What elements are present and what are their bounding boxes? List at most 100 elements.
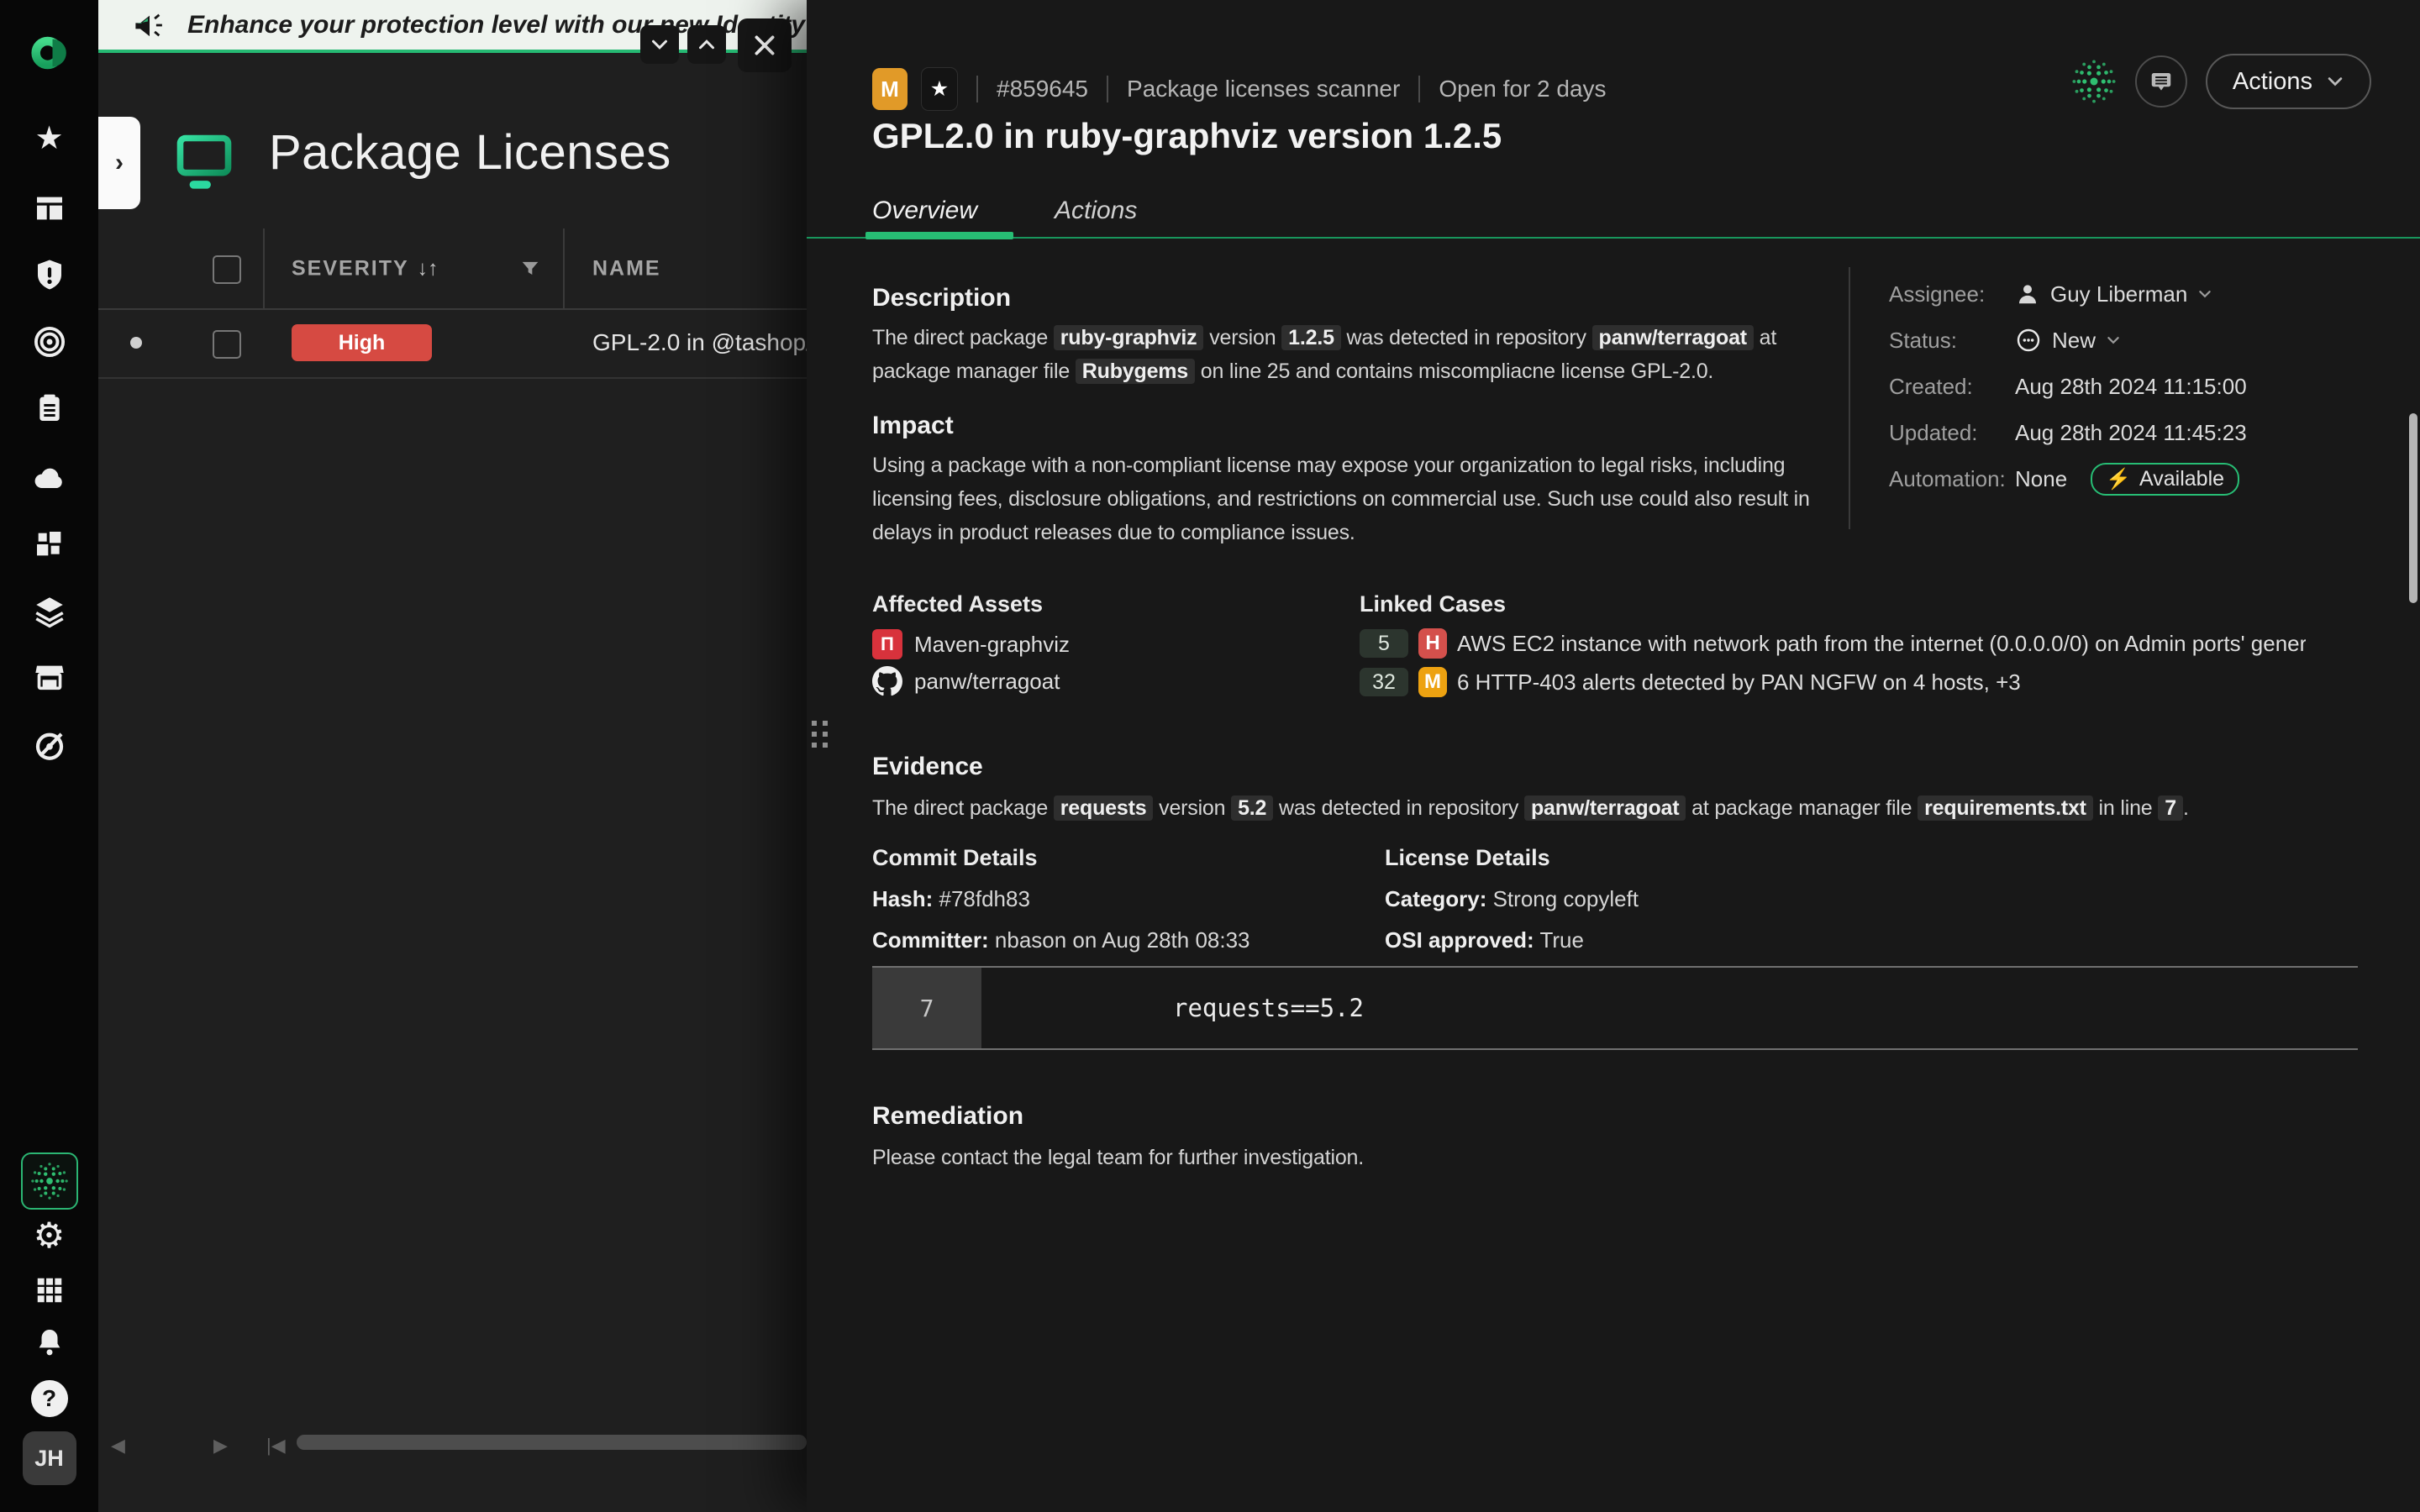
page-prev-button[interactable]: ◀ [111, 1435, 125, 1457]
page-first-button[interactable]: |◀ [266, 1435, 286, 1457]
assignee-value[interactable]: Guy Liberman [2015, 281, 2212, 307]
bullseye-target-icon[interactable] [32, 324, 67, 360]
horizontal-scrollbar[interactable] [297, 1435, 807, 1450]
panel-drag-handle[interactable] [812, 721, 828, 748]
maven-icon: Π [872, 629, 902, 659]
row-checkbox[interactable] [213, 330, 241, 359]
asset-item[interactable]: Π Maven-graphviz [872, 626, 1360, 663]
layers-icon[interactable] [32, 593, 67, 628]
commit-committer: Committer: nbason on Aug 28th 08:33 [872, 927, 1385, 953]
sort-icon[interactable]: ↓↑ [418, 256, 439, 281]
issue-detail-panel: M ★ #859645 Package licenses scanner Ope… [807, 0, 2420, 1512]
tab-overview[interactable]: Overview [872, 197, 977, 225]
panel-vertical-scrollbar[interactable] [2409, 413, 2417, 603]
dashboards-icon[interactable] [33, 192, 66, 225]
overview-main-column: Description The direct package ruby-grap… [872, 269, 1839, 549]
evidence-code-block: 7 requests==5.2 [872, 966, 2358, 1050]
updated-label: Updated: [1889, 420, 2015, 446]
user-avatar[interactable]: JH [23, 1431, 76, 1485]
automation-available-button[interactable]: ⚡ Available [2091, 463, 2239, 496]
lightning-icon: ⚡ [2106, 467, 2131, 491]
clipboard-icon[interactable] [33, 391, 66, 425]
settings-gear-icon[interactable]: ⚙ [34, 1218, 66, 1253]
tab-actions[interactable]: Actions [1055, 197, 1137, 225]
automation-label: Automation: [1889, 466, 2015, 492]
created-label: Created: [1889, 374, 2015, 400]
impact-heading: Impact [872, 412, 1839, 440]
divider [976, 76, 978, 102]
license-category: Category: Strong copyleft [1385, 886, 2358, 912]
affected-assets-section: Affected Assets Π Maven-graphviz panw/te… [872, 591, 1360, 701]
filter-funnel-icon[interactable] [518, 257, 542, 281]
affected-assets-heading: Affected Assets [872, 591, 1360, 617]
license-details-heading: License Details [1385, 845, 2358, 871]
panel-controls: Actions [2071, 54, 2371, 109]
favorite-star-button[interactable]: ★ [921, 67, 958, 111]
app-grid-icon[interactable] [34, 1274, 66, 1306]
assignee-label: Assignee: [1889, 281, 2015, 307]
updated-value: Aug 28th 2024 11:45:23 [2015, 420, 2247, 446]
commit-hash: Hash: #78fdh83 [872, 886, 1385, 912]
case-title: AWS EC2 instance with network path from … [1457, 631, 2306, 657]
commit-details-heading: Commit Details [872, 845, 1385, 871]
comments-button[interactable] [2135, 55, 2187, 108]
code-line-content: requests==5.2 [981, 968, 1364, 1048]
active-module-spiral-icon[interactable] [21, 1152, 78, 1210]
select-all-checkbox[interactable] [213, 255, 241, 284]
status-value[interactable]: New [2015, 327, 2121, 354]
help-icon[interactable]: ? [31, 1380, 68, 1417]
license-osi: OSI approved: True [1385, 927, 2358, 953]
notifications-bell-icon[interactable] [34, 1326, 66, 1358]
remediation-text: Please contact the legal team for furthe… [872, 1141, 2358, 1174]
tab-hairline [807, 237, 2420, 239]
description-heading: Description [872, 269, 1839, 312]
evidence-text: The direct package requests version 5.2 … [872, 791, 2358, 825]
actions-button[interactable]: Actions [2206, 54, 2371, 109]
megaphone-icon [132, 8, 167, 43]
severity-column-header[interactable]: SEVERITY ↓↑ [292, 256, 439, 281]
sidebar-expand-button[interactable]: › [98, 117, 140, 209]
chevron-down-icon [2326, 72, 2344, 91]
column-divider [563, 228, 565, 308]
assets-cases-grid: Affected Assets Π Maven-graphviz panw/te… [872, 591, 2358, 701]
linked-case-item[interactable]: 5 H AWS EC2 instance with network path f… [1360, 624, 2358, 663]
banner-collapse-button[interactable] [640, 25, 679, 64]
app-sidebar: ★ ⚙ ? JH [0, 0, 98, 1512]
status-label: Status: [1889, 328, 2015, 354]
automation-value: None ⚡ Available [2015, 463, 2239, 496]
linked-cases-heading: Linked Cases [1360, 591, 2358, 617]
chevron-down-icon [2197, 286, 2212, 302]
license-details-section: License Details Category: Strong copylef… [1385, 845, 2358, 953]
page-next-button[interactable]: ▶ [213, 1435, 228, 1457]
cloud-icon[interactable] [31, 460, 68, 497]
linked-case-item[interactable]: 32 M 6 HTTP-403 alerts detected by PAN N… [1360, 663, 2358, 701]
issue-metadata: Assignee: Guy Liberman Status: New Creat… [1889, 277, 2393, 496]
commit-details-section: Commit Details Hash: #78fdh83 Committer:… [872, 845, 1385, 953]
issue-scanner: Package licenses scanner [1127, 76, 1400, 102]
case-count-badge: 32 [1360, 668, 1408, 696]
issue-header-meta: M ★ #859645 Package licenses scanner Ope… [872, 67, 1607, 111]
shield-alert-icon[interactable] [32, 257, 67, 292]
cortex-logo-icon[interactable] [26, 29, 73, 76]
monitor-icon [172, 130, 236, 194]
name-column-header[interactable]: NAME [592, 256, 661, 281]
commit-license-grid: Commit Details Hash: #78fdh83 Committer:… [872, 845, 2358, 953]
gauge-icon[interactable] [32, 727, 67, 763]
evidence-section: Evidence The direct package requests ver… [872, 753, 2358, 825]
banner-expand-button[interactable] [687, 25, 726, 64]
severity-medium-badge: M [872, 68, 908, 110]
banner-close-button[interactable] [738, 18, 792, 72]
marketplace-icon[interactable] [33, 660, 66, 694]
asset-item[interactable]: panw/terragoat [872, 663, 1360, 700]
panel-tabs: Overview Actions [872, 197, 1137, 225]
favorites-star-icon[interactable]: ★ [34, 123, 63, 155]
remediation-section: Remediation Please contact the legal tea… [872, 1102, 2358, 1174]
ai-spiral-icon[interactable] [2071, 59, 2117, 104]
github-icon [872, 666, 902, 696]
chevron-down-icon [2106, 333, 2121, 348]
issue-title: GPL2.0 in ruby-graphviz version 1.2.5 [872, 116, 1502, 156]
severity-high-badge: H [1418, 628, 1447, 659]
blocks-icon[interactable] [33, 528, 66, 561]
issue-id: #859645 [997, 76, 1088, 102]
case-title: 6 HTTP-403 alerts detected by PAN NGFW o… [1457, 669, 2021, 696]
